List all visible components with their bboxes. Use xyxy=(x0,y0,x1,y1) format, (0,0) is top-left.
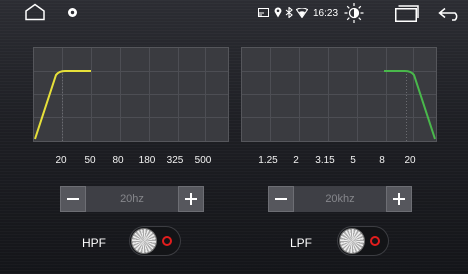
hpf-tick-label: 500 xyxy=(194,155,212,166)
lpf-tick-label: 8 xyxy=(379,155,385,166)
lpf-graph xyxy=(241,47,437,142)
hpf-graph xyxy=(33,47,229,142)
minus-icon xyxy=(67,198,79,200)
lpf-tick-label: 20 xyxy=(404,155,416,166)
hpf-tick-label: 80 xyxy=(112,155,124,166)
screencast-icon xyxy=(258,8,269,18)
plus-icon xyxy=(393,193,405,205)
hpf-tick-label: 180 xyxy=(138,155,156,166)
toggle-knob xyxy=(132,229,156,253)
lpf-decrease-button[interactable] xyxy=(268,186,294,212)
status-bar: 16:23 xyxy=(0,0,468,28)
minus-icon xyxy=(275,198,287,200)
lpf-tick-label: 1.25 xyxy=(258,155,278,166)
off-indicator-icon xyxy=(370,236,380,246)
hpf-toggle[interactable] xyxy=(129,226,181,256)
lpf-curve xyxy=(384,70,436,140)
home-icon[interactable] xyxy=(25,3,45,21)
lpf-tick-label: 3.15 xyxy=(315,155,335,166)
hpf-decrease-button[interactable] xyxy=(60,186,86,212)
lpf-label: LPF xyxy=(290,236,313,250)
lpf-frequency-stepper: 20khz xyxy=(268,186,412,212)
hpf-frequency-stepper: 20hz xyxy=(60,186,204,212)
hpf-tick-label: 20 xyxy=(55,155,67,166)
hpf-increase-button[interactable] xyxy=(178,186,204,212)
lpf-frequency-value: 20khz xyxy=(325,193,355,205)
recent-apps-icon[interactable] xyxy=(395,5,419,22)
clock: 16:23 xyxy=(313,8,339,19)
off-indicator-icon xyxy=(162,236,172,246)
wifi-icon xyxy=(296,8,308,18)
hpf-tick-label: 50 xyxy=(84,155,96,166)
back-icon[interactable] xyxy=(438,7,462,21)
lpf-tick-label: 2 xyxy=(293,155,299,166)
lpf-tick-label: 5 xyxy=(350,155,356,166)
toggle-knob xyxy=(340,229,364,253)
settings-icon[interactable] xyxy=(67,7,78,18)
location-pin-icon xyxy=(274,7,282,18)
lpf-toggle[interactable] xyxy=(337,226,389,256)
hpf-tick-label: 325 xyxy=(166,155,184,166)
hpf-label: HPF xyxy=(82,236,106,250)
plus-icon xyxy=(185,193,197,205)
brightness-icon[interactable] xyxy=(344,2,364,24)
hpf-frequency-value: 20hz xyxy=(120,193,144,205)
bluetooth-icon xyxy=(285,7,293,18)
lpf-increase-button[interactable] xyxy=(386,186,412,212)
